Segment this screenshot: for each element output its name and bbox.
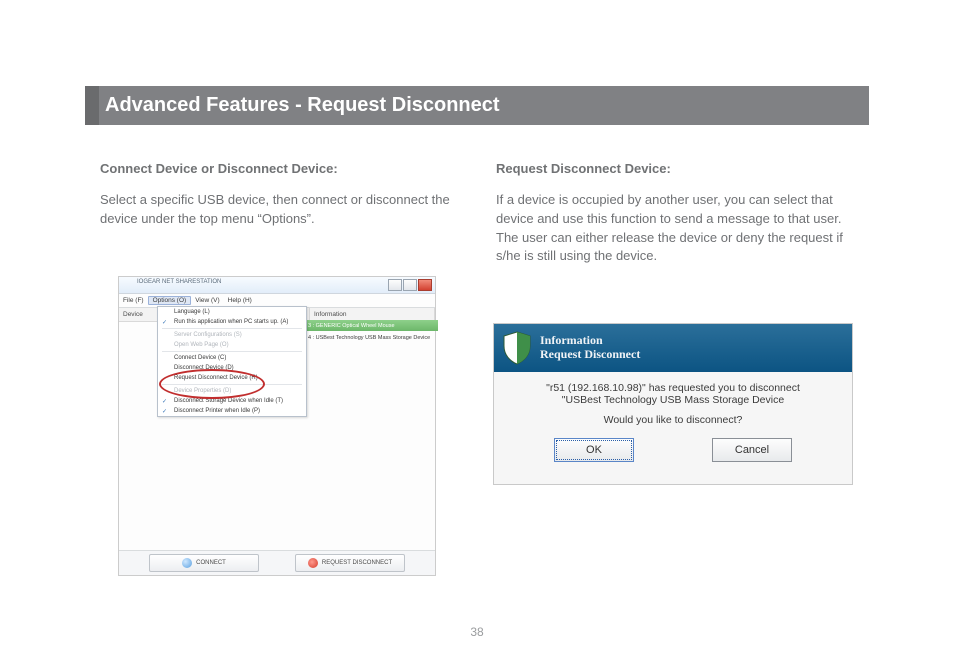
left-section-body: Select a specific USB device, then conne… [100,191,460,229]
connect-icon [182,558,192,568]
page-title: Advanced Features - Request Disconnect [105,86,500,125]
menu-options[interactable]: Options (O) [148,296,192,305]
row1-info: 3 : GENERIC Optical Wheel Mouse [305,320,438,331]
window-minimize-button[interactable] [388,279,402,291]
connect-button-label: CONNECT [196,560,226,566]
screenshot-dialog: Information Request Disconnect "r51 (192… [493,323,853,485]
dialog-line2: "USBest Technology USB Mass Storage Devi… [508,394,838,406]
request-disconnect-button[interactable]: REQUEST DISCONNECT [295,554,405,572]
right-section-body: If a device is occupied by another user,… [496,191,856,266]
window-maximize-button[interactable] [403,279,417,291]
menu-help[interactable]: Help (H) [224,297,256,304]
dialog-line1: "r51 (192.168.10.98)" has requested you … [508,382,838,394]
row2-info: 4 : USBest Technology USB Mass Storage D… [305,332,438,343]
menu-file[interactable]: File (F) [119,297,148,304]
mi-language[interactable]: Language (L) [158,307,306,317]
left-section-title: Connect Device or Disconnect Device: [100,160,460,179]
highlight-ellipse [159,369,265,399]
mi-open-web[interactable]: Open Web Page (O) [158,340,306,350]
options-dropdown: Language (L) Run this application when P… [157,306,307,417]
dialog-line3: Would you like to disconnect? [508,414,838,426]
mi-connect-device[interactable]: Connect Device (C) [158,353,306,363]
page-header-accent [85,86,99,125]
screenshot-app-window: IOGEAR NET SHARESTATION File (F) Options… [118,276,436,576]
page-number: 38 [0,625,954,639]
mi-run-on-start[interactable]: Run this application when PC starts up. … [158,317,306,327]
dialog-header: Information Request Disconnect [494,324,852,372]
menu-view[interactable]: View (V) [191,297,223,304]
dialog-title-line2: Request Disconnect [540,348,640,362]
mi-disc-printer-idle[interactable]: Disconnect Printer when Idle (P) [158,406,306,416]
shield-icon [502,331,532,365]
bottom-toolbar: CONNECT REQUEST DISCONNECT [119,550,435,575]
dialog-ok-button[interactable]: OK [554,438,634,462]
request-disconnect-button-label: REQUEST DISCONNECT [322,560,392,566]
connect-button[interactable]: CONNECT [149,554,259,572]
window-titlebar: IOGEAR NET SHARESTATION [119,277,435,294]
window-title: IOGEAR NET SHARESTATION [137,279,221,285]
window-close-button[interactable] [418,279,432,291]
dialog-cancel-button[interactable]: Cancel [712,438,792,462]
right-section-title: Request Disconnect Device: [496,160,856,179]
deny-icon [308,558,318,568]
mi-server-config[interactable]: Server Configurations (S) [158,330,306,340]
dialog-title-line1: Information [540,334,640,348]
